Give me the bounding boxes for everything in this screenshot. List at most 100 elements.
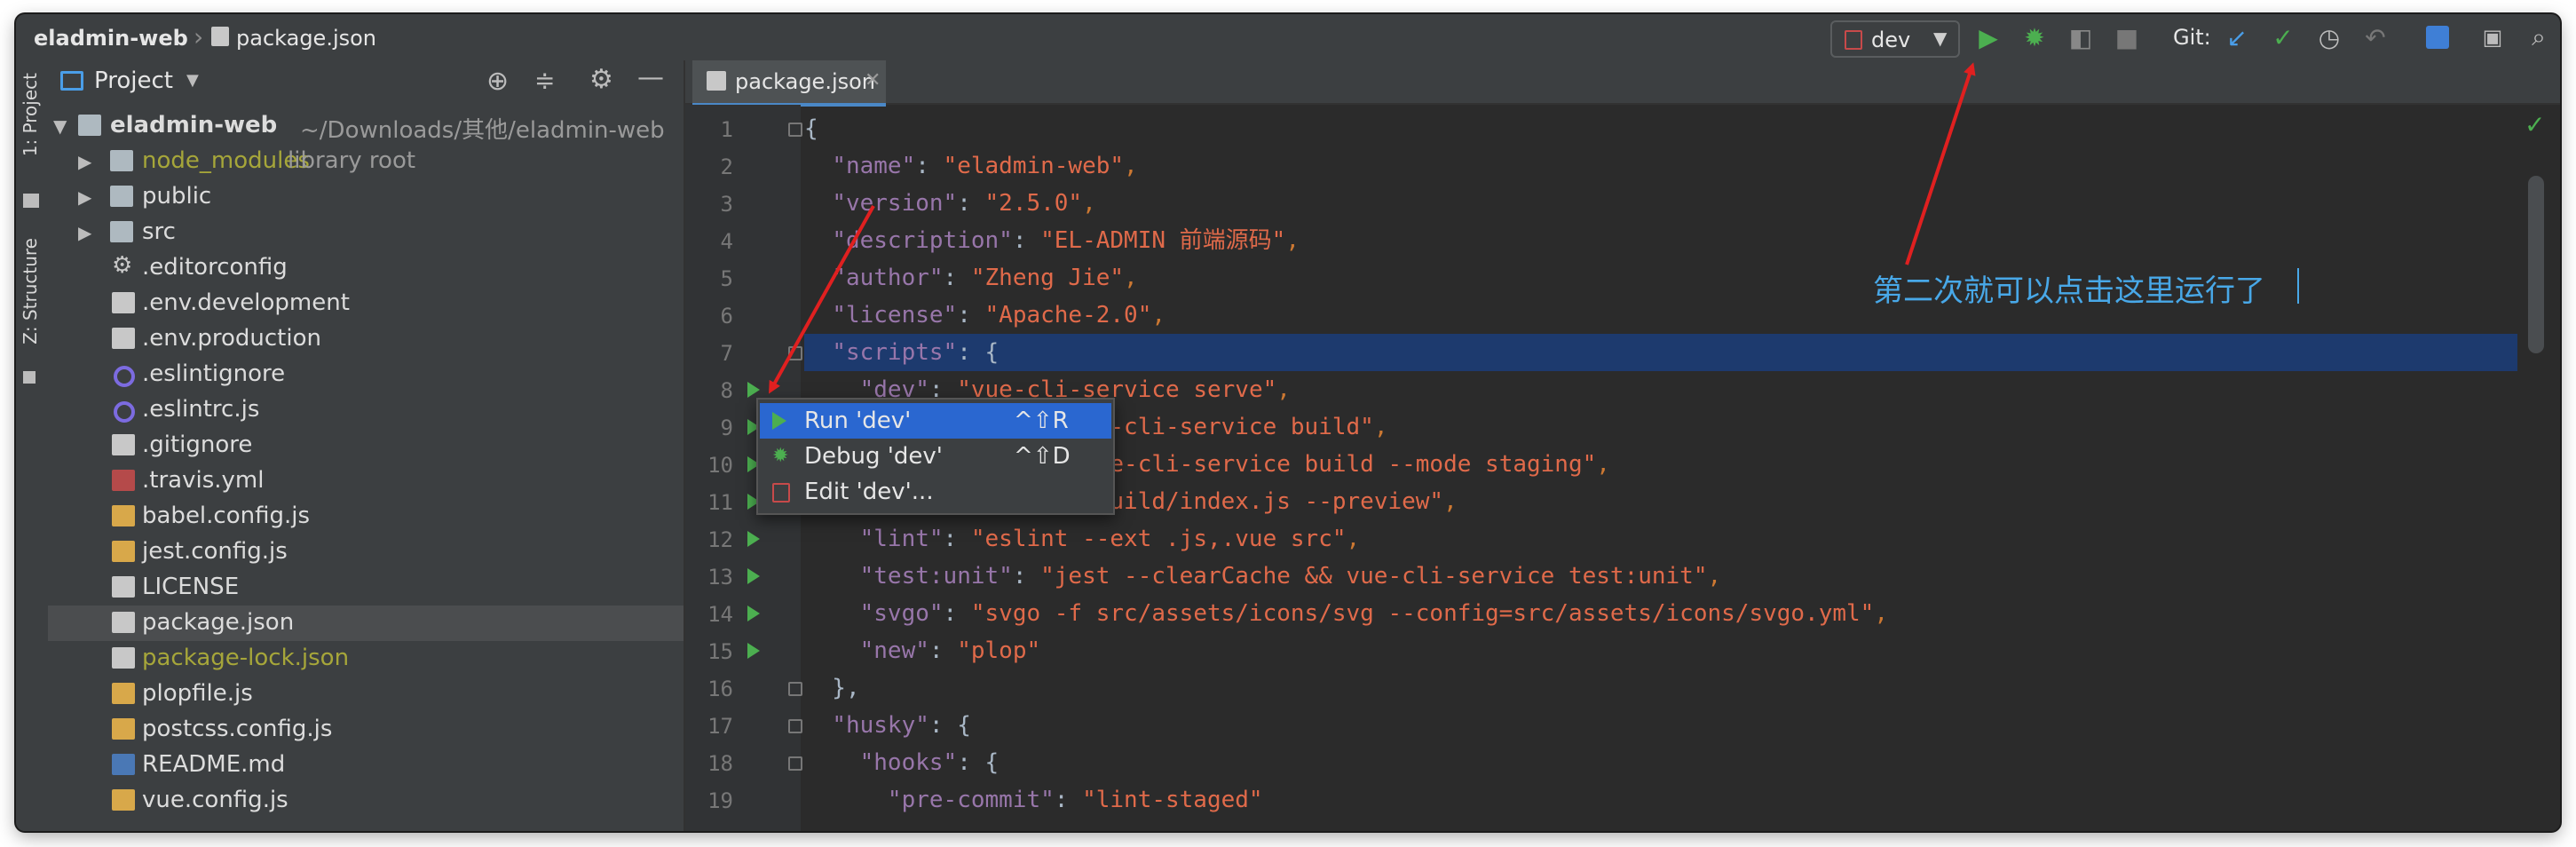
line-number: 10 <box>707 453 733 478</box>
tree-file[interactable]: postcss.config.js <box>48 712 684 748</box>
code-line[interactable]: "svgo": "svgo -f src/assets/icons/svg --… <box>804 595 2517 632</box>
json-punctuation: : <box>915 153 944 179</box>
vertical-scrollbar[interactable] <box>2528 176 2544 353</box>
tree-file[interactable]: .env.development <box>48 286 684 321</box>
collapsed-arrow-icon[interactable]: ▶ <box>78 186 91 208</box>
json-key: "lint" <box>859 526 944 552</box>
tree-file[interactable]: plopfile.js <box>48 677 684 712</box>
expanded-arrow-icon[interactable]: ▼ <box>53 115 67 137</box>
breadcrumb-project[interactable]: eladmin-web <box>34 26 188 51</box>
tab-package-json[interactable]: package.json ✕ <box>692 60 886 107</box>
terminal-icon[interactable]: ▣ <box>2478 23 2507 51</box>
menu-item-debug[interactable]: ✹ Debug 'dev' ^⇧D <box>760 439 1111 474</box>
json-punctuation: : <box>943 265 971 291</box>
text-caret <box>2297 268 2299 304</box>
project-tool-tab[interactable]: 1: Project <box>20 73 41 156</box>
run-icon[interactable]: ▶ <box>1974 23 2003 52</box>
run-script-gutter-icon[interactable] <box>747 382 760 398</box>
js-icon <box>112 505 135 526</box>
search-icon[interactable]: ⌕ <box>2525 22 2553 51</box>
close-icon[interactable]: ✕ <box>865 69 881 91</box>
json-key: "author" <box>832 265 944 291</box>
hide-icon[interactable]: — <box>637 62 664 93</box>
tree-file[interactable]: README.md <box>48 748 684 783</box>
js-icon <box>112 541 135 562</box>
json-icon <box>112 647 135 669</box>
json-key: "new" <box>859 637 929 664</box>
tree-file[interactable]: babel.config.js <box>48 499 684 534</box>
tree-file[interactable]: ⚙ .editorconfig <box>48 250 684 286</box>
tree-file[interactable]: .eslintignore <box>48 357 684 392</box>
collapsed-arrow-icon[interactable]: ▶ <box>78 151 91 172</box>
code-line[interactable]: "new": "plop" <box>804 632 2517 669</box>
collapsed-arrow-icon[interactable]: ▶ <box>78 222 91 243</box>
stop-icon[interactable]: ■ <box>2113 23 2141 52</box>
tree-file[interactable]: .eslintrc.js <box>48 392 684 428</box>
run-script-gutter-icon[interactable] <box>747 606 760 621</box>
menu-item-run[interactable]: Run 'dev' ^⇧R <box>760 403 1111 439</box>
tree-root[interactable]: ▼ eladmin-web ~/Downloads/其他/eladmin-web <box>48 108 684 144</box>
menu-item-edit-config[interactable]: Edit 'dev'... <box>760 474 1111 510</box>
edit-config-icon <box>772 483 790 503</box>
code-line[interactable]: "test:unit": "jest --clearCache && vue-c… <box>804 558 2517 595</box>
git-history-icon[interactable]: ◷ <box>2315 23 2343 52</box>
chevron-down-icon[interactable]: ▼ <box>186 71 199 90</box>
code-line[interactable]: "lint": "eslint --ext .js,.vue src", <box>804 520 2517 558</box>
locate-icon[interactable]: ⊕ <box>486 66 509 97</box>
json-key: "name" <box>832 153 916 179</box>
tree-file[interactable]: jest.config.js <box>48 534 684 570</box>
git-rollback-icon[interactable]: ↶ <box>2361 23 2390 52</box>
tree-file[interactable]: package.json <box>48 606 684 641</box>
code-line[interactable]: "hooks": { <box>804 744 2517 781</box>
run-script-gutter-icon[interactable] <box>747 531 760 547</box>
git-commit-icon[interactable]: ✓ <box>2269 23 2297 52</box>
json-punctuation: : <box>943 526 971 552</box>
collapse-all-icon[interactable]: ≑ <box>534 66 555 95</box>
code-line[interactable]: "description": "EL-ADMIN 前端源码", <box>804 222 2517 259</box>
json-punctuation <box>804 749 860 776</box>
fold-marker-icon[interactable] <box>788 719 802 733</box>
fold-marker-icon[interactable] <box>788 346 802 360</box>
run-configuration-selector[interactable]: dev ▼ <box>1830 20 1960 58</box>
line-number: 14 <box>707 602 733 627</box>
json-punctuation: , <box>1596 451 1610 478</box>
tree-file[interactable]: package-lock.json <box>48 641 684 677</box>
project-view-title[interactable]: Project <box>94 67 173 94</box>
run-script-gutter-icon[interactable] <box>747 643 760 659</box>
git-update-icon[interactable]: ↙ <box>2223 23 2251 52</box>
fold-marker-icon[interactable] <box>788 123 802 137</box>
code-line[interactable]: { <box>804 110 2517 147</box>
js-icon <box>112 683 135 704</box>
json-string: "jest --clearCache && vue-cli-service te… <box>1040 563 1708 590</box>
tree-folder[interactable]: ▶ public <box>48 179 684 215</box>
coverage-icon[interactable]: ◧ <box>2066 23 2095 52</box>
tree-folder[interactable]: ▶ node_modules library root <box>48 144 684 179</box>
code-line[interactable]: "scripts": { <box>804 334 2517 371</box>
tree-file[interactable]: .gitignore <box>48 428 684 463</box>
translate-icon[interactable] <box>2423 23 2452 51</box>
json-key: "husky" <box>832 712 929 739</box>
tree-file[interactable]: vue.config.js <box>48 783 684 819</box>
tree-file[interactable]: .env.production <box>48 321 684 357</box>
tree-file[interactable]: .travis.yml <box>48 463 684 499</box>
npm-config-icon <box>1845 30 1862 50</box>
breadcrumb-file[interactable]: package.json <box>236 26 376 51</box>
code-line[interactable]: "version": "2.5.0", <box>804 185 2517 222</box>
tree-file[interactable]: LICENSE <box>48 570 684 606</box>
tree-item-label: src <box>142 218 176 245</box>
tree-folder[interactable]: ▶ src <box>48 215 684 250</box>
line-number: 18 <box>707 751 733 776</box>
file-icon <box>112 576 135 598</box>
code-line[interactable]: "husky": { <box>804 707 2517 744</box>
fold-marker-icon[interactable] <box>788 682 802 696</box>
code-line[interactable]: "name": "eladmin-web", <box>804 147 2517 185</box>
code-line[interactable]: }, <box>804 669 2517 707</box>
fold-marker-icon[interactable] <box>788 756 802 771</box>
file-icon <box>112 328 135 349</box>
run-script-gutter-icon[interactable] <box>747 568 760 584</box>
structure-tool-tab[interactable]: Z: Structure <box>20 238 41 344</box>
debug-icon[interactable]: ✹ <box>2020 23 2049 52</box>
gear-icon[interactable]: ⚙ <box>589 64 613 95</box>
code-line[interactable]: "pre-commit": "lint-staged" <box>804 781 2517 819</box>
tree-item-label: node_modules <box>142 147 310 174</box>
